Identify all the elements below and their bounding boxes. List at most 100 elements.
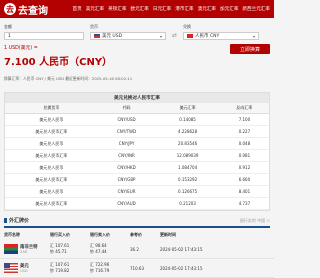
from-currency-select[interactable]: 美元 USD ▾ xyxy=(90,32,166,40)
nav-item-usd[interactable]: 美元汇率 xyxy=(86,6,104,12)
table-row: 美元兑人民币 CNY/HKD 1.084704 0.912 xyxy=(5,161,269,174)
cell-code: CNY/TWD xyxy=(97,125,156,138)
table-row: 美元兑人民币汇率 CNY/TWD 4.228628 0.227 xyxy=(5,125,269,138)
chevron-down-icon: ▾ xyxy=(253,33,256,39)
to-currency-select[interactable]: 人民币 CNY ▾ xyxy=(183,32,260,40)
cell-reverse: 0.227 xyxy=(219,125,269,138)
col-code: 代码 xyxy=(97,103,156,114)
nav-item-eur[interactable]: 欧元汇率 xyxy=(130,6,148,12)
buy-cell: 汇 107.61 钞 719.82 xyxy=(50,262,90,274)
amount-field-group: 金额 1 xyxy=(4,24,84,40)
cn-flag-icon xyxy=(187,33,194,38)
cell-pair[interactable]: 美元兑人民币汇率 xyxy=(5,197,98,210)
site-header: 去 去查询 首页 美元汇率 英镑汇率 欧元汇率 日元汇率 港币汇率 澳元汇率 加… xyxy=(0,0,274,18)
rate-table-header: 兑换货币 代码 美元汇率 反向汇率 xyxy=(5,103,269,114)
cell-pair[interactable]: 美元兑人民币汇率 xyxy=(5,125,98,138)
cell-reverse: 0.081 xyxy=(219,149,269,162)
nav-item-cad[interactable]: 加元汇率 xyxy=(220,6,238,12)
bank-row-zar[interactable]: 南非兰特 ZAR 汇 107.61 钞 45.71 汇 98.64 钞 47.44 3… xyxy=(0,240,274,259)
cell-rate: 0.126675 xyxy=(155,185,220,198)
site-logo[interactable]: 去 去查询 xyxy=(4,2,48,17)
cell-rate: 20.83546 xyxy=(155,137,220,150)
bank-table-header: 货币名称 银行买入价 银行卖入价 参考价 更新时间 xyxy=(0,228,274,240)
za-flag-icon xyxy=(4,244,18,254)
col-bank-buy: 银行买入价 xyxy=(50,232,70,237)
cell-pair[interactable]: 美元兑人民币 xyxy=(5,113,98,126)
bank-source-label: 银行实时 中国 ☉ xyxy=(239,217,270,223)
table-row: 美元兑人民币 CNY/EUR 0.126675 8.401 xyxy=(5,185,269,198)
buy-cash: 钞 45.71 xyxy=(50,249,67,254)
nav-item-gbp[interactable]: 英镑汇率 xyxy=(108,6,126,12)
swap-icon[interactable]: ⇄ xyxy=(172,32,177,39)
to-currency-value: 人民币 CNY xyxy=(195,34,220,39)
nav-item-jpy[interactable]: 日元汇率 xyxy=(153,6,171,12)
col-rate: 美元汇率 xyxy=(155,103,220,114)
currency-code: USD xyxy=(20,269,28,273)
cell-pair[interactable]: 美元兑人民币 xyxy=(5,137,98,150)
col-currency-name: 货币名称 xyxy=(4,232,20,237)
cell-rate: 0.153292 xyxy=(155,173,220,186)
result-value: 7.100 人民币（CNY） xyxy=(4,57,113,68)
sell-cell: 汇 98.64 钞 47.44 xyxy=(90,243,130,255)
amount-value: 1 xyxy=(8,33,11,39)
bank-row-usd[interactable]: 美元 USD 汇 107.61 钞 719.82 汇 722.96 钞 716.79 … xyxy=(0,259,274,278)
section-marker-icon xyxy=(4,218,7,223)
cell-pair[interactable]: 美元兑人民币汇率 xyxy=(5,173,98,186)
col-reference: 参考价 xyxy=(130,232,142,237)
nav-item-hkd[interactable]: 港币汇率 xyxy=(175,6,193,12)
from-field-group: 货币 美元 USD ▾ xyxy=(90,24,166,40)
table-row: 美元兑人民币 CNY/USD 0.14085 7.100 xyxy=(5,113,269,126)
sell-cash: 钞 716.79 xyxy=(90,268,110,273)
cell-rate: 1.084704 xyxy=(155,161,220,174)
cell-code: CNY/HKD xyxy=(97,161,156,174)
cell-rate: 12.089039 xyxy=(155,149,220,162)
col-reverse: 反向汇率 xyxy=(219,103,269,114)
cell-reverse: 8.401 xyxy=(219,185,269,198)
cell-reverse: 0.048 xyxy=(219,137,269,150)
nav-item-home[interactable]: 首页 xyxy=(72,6,81,12)
converter-form: 金额 1 货币 美元 USD ▾ ⇄ 兑换 人民币 CNY ▾ xyxy=(0,18,274,40)
to-currency-label: 兑换 xyxy=(183,24,192,29)
cell-pair[interactable]: 美元兑人民币 xyxy=(5,185,98,198)
cell-rate: 0.21203 xyxy=(155,197,220,210)
table-row: 美元兑人民币汇率 CNY/AUD 0.21203 4.737 xyxy=(5,197,269,210)
bank-rates-header: 外汇牌价 银行实时 中国 ☉ xyxy=(4,217,270,228)
top-nav: 首页 美元汇率 英镑汇率 欧元汇率 日元汇率 港币汇率 澳元汇率 加元汇率 新西… xyxy=(72,6,270,12)
col-currency: 兑换货币 xyxy=(5,103,98,114)
time-cell: 2024-05-02 17:43:15 xyxy=(160,246,203,252)
sell-cash: 钞 47.44 xyxy=(90,249,107,254)
cell-code: CNY/GBP xyxy=(97,173,156,186)
cell-code: CNY/AUD xyxy=(97,197,156,210)
to-field-group: 兑换 人民币 CNY ▾ xyxy=(183,24,260,40)
amount-label: 金额 xyxy=(4,24,12,29)
cell-reverse: 0.912 xyxy=(219,161,269,174)
cell-pair[interactable]: 美元兑人民币汇率 xyxy=(5,149,98,162)
convert-button[interactable]: 立即换算 xyxy=(230,44,270,54)
buy-cash: 钞 719.82 xyxy=(50,268,70,273)
rate-table-title: 美元兑换对人民币汇率 xyxy=(5,93,269,103)
rate-table: 兑换货币 代码 美元汇率 反向汇率 美元兑人民币 CNY/USD 0.14085 7.… xyxy=(5,103,269,210)
table-row: 美元兑人民币汇率 CNY/INR 12.089039 0.081 xyxy=(5,149,269,162)
nav-item-nzd[interactable]: 新西兰元汇率 xyxy=(242,6,270,12)
cell-reverse: 4.737 xyxy=(219,197,269,210)
from-currency-value: 美元 USD xyxy=(102,34,123,39)
col-update-time: 更新时间 xyxy=(160,232,176,237)
cell-rate: 0.14085 xyxy=(155,113,220,126)
bank-rates-title-text: 外汇牌价 xyxy=(9,218,30,224)
chevron-down-icon: ▾ xyxy=(159,33,162,39)
cell-rate: 4.228628 xyxy=(155,125,220,138)
cell-reverse: 6.660 xyxy=(219,173,269,186)
table-row: 美元兑人民币 CNY/JPY 20.83546 0.048 xyxy=(5,137,269,150)
nav-item-aud[interactable]: 澳元汇率 xyxy=(198,6,216,12)
sell-cell: 汇 722.96 钞 716.79 xyxy=(90,262,130,274)
reference-cell: 36.2 xyxy=(130,246,139,252)
cell-code: CNY/EUR xyxy=(97,185,156,198)
logo-mark-icon: 去 xyxy=(4,3,16,15)
time-cell: 2024-05-02 17:43:15 xyxy=(160,265,203,271)
currency-cell: 美元 USD xyxy=(4,263,50,273)
buy-cell: 汇 107.61 钞 45.71 xyxy=(50,243,90,255)
rate-table-panel: 美元兑换对人民币汇率 兑换货币 代码 美元汇率 反向汇率 美元兑人民币 CNY/U… xyxy=(4,92,270,211)
amount-input[interactable]: 1 xyxy=(4,32,84,40)
logo-text: 去查询 xyxy=(18,5,48,17)
cell-pair[interactable]: 美元兑人民币 xyxy=(5,161,98,174)
